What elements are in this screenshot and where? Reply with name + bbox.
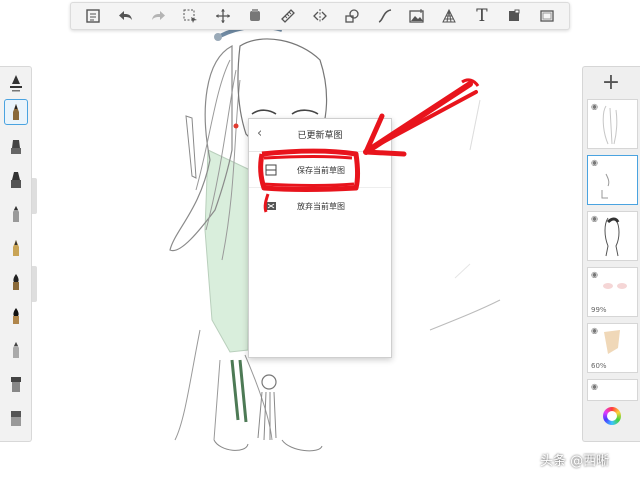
redo-icon[interactable] bbox=[145, 4, 171, 28]
dialog-header: ‹ 已更新草图 bbox=[249, 119, 391, 152]
discard-sketch-label: 放弃当前草图 bbox=[297, 202, 345, 211]
stroke-icon[interactable] bbox=[372, 4, 398, 28]
ink-brush-icon[interactable] bbox=[4, 303, 28, 329]
save-sketch-button[interactable]: 保存当前草图 bbox=[257, 159, 387, 183]
eraser-brush-icon[interactable] bbox=[4, 405, 28, 431]
airbrush-brush-icon[interactable] bbox=[4, 167, 28, 193]
fountain-pen-brush-icon[interactable] bbox=[4, 235, 28, 261]
divider bbox=[249, 187, 391, 188]
layer-opacity: 60% bbox=[591, 362, 607, 370]
visibility-eye-icon[interactable]: ◉ bbox=[591, 382, 598, 391]
ruler-icon[interactable] bbox=[275, 4, 301, 28]
shapes-icon[interactable] bbox=[339, 4, 365, 28]
symmetry-icon[interactable] bbox=[307, 4, 333, 28]
selection-icon[interactable] bbox=[177, 4, 203, 28]
layer-thumbnail[interactable]: ◉ 99% bbox=[587, 267, 638, 317]
flat-brush-icon[interactable] bbox=[4, 371, 28, 397]
layer-stack-icon[interactable] bbox=[242, 4, 268, 28]
layer-thumbnail[interactable]: ◉ bbox=[587, 99, 638, 149]
discard-sketch-button[interactable]: 放弃当前草图 bbox=[257, 195, 387, 219]
visibility-eye-icon[interactable]: ◉ bbox=[591, 158, 598, 167]
layer-panel: + ◉ ◉ ◉ ◉ 99% ◉ 60% ◉ bbox=[582, 66, 640, 442]
sketch-update-dialog: ‹ 已更新草图 保存当前草图 放弃当前草图 bbox=[248, 118, 392, 358]
discard-sketch-icon bbox=[266, 202, 276, 210]
layer-thumbnail[interactable]: ◉ bbox=[587, 211, 638, 261]
layer-opacity: 99% bbox=[591, 306, 607, 314]
brush-opacity-slider-handle[interactable] bbox=[32, 266, 37, 302]
top-toolbar: T bbox=[70, 2, 570, 30]
visibility-eye-icon[interactable]: ◉ bbox=[591, 214, 598, 223]
save-sketch-icon bbox=[265, 164, 277, 176]
visibility-eye-icon[interactable]: ◉ bbox=[591, 270, 598, 279]
color-wheel-icon[interactable] bbox=[603, 407, 621, 425]
gallery-icon[interactable] bbox=[80, 4, 106, 28]
ballpoint-brush-icon[interactable] bbox=[4, 99, 28, 125]
undo-icon[interactable] bbox=[113, 4, 139, 28]
add-layer-button[interactable]: + bbox=[583, 67, 639, 97]
fullscreen-icon[interactable] bbox=[534, 4, 560, 28]
brush-palette bbox=[0, 66, 32, 442]
perspective-icon[interactable] bbox=[436, 4, 462, 28]
brush-size-slider-handle[interactable] bbox=[32, 178, 37, 214]
chisel-brush-icon[interactable] bbox=[4, 201, 28, 227]
layer-thumbnail[interactable]: ◉ 60% bbox=[587, 323, 638, 373]
layer-thumbnail[interactable]: ◉ bbox=[587, 155, 638, 205]
marker-brush-icon[interactable] bbox=[4, 133, 28, 159]
dialog-title: 已更新草图 bbox=[297, 131, 343, 141]
transform-icon[interactable] bbox=[210, 4, 236, 28]
visibility-eye-icon[interactable]: ◉ bbox=[591, 326, 598, 335]
pencil-brush-icon[interactable] bbox=[4, 71, 28, 97]
watermark: 头条 @西晰 bbox=[540, 454, 610, 469]
text-icon[interactable]: T bbox=[469, 4, 495, 28]
fill-icon[interactable] bbox=[501, 4, 527, 28]
pencil-soft-brush-icon[interactable] bbox=[4, 337, 28, 363]
visibility-eye-icon[interactable]: ◉ bbox=[591, 102, 598, 111]
paint-brush-icon[interactable] bbox=[4, 269, 28, 295]
image-icon[interactable] bbox=[404, 4, 430, 28]
save-sketch-label: 保存当前草图 bbox=[297, 166, 345, 175]
layer-thumbnail[interactable]: ◉ bbox=[587, 379, 638, 401]
